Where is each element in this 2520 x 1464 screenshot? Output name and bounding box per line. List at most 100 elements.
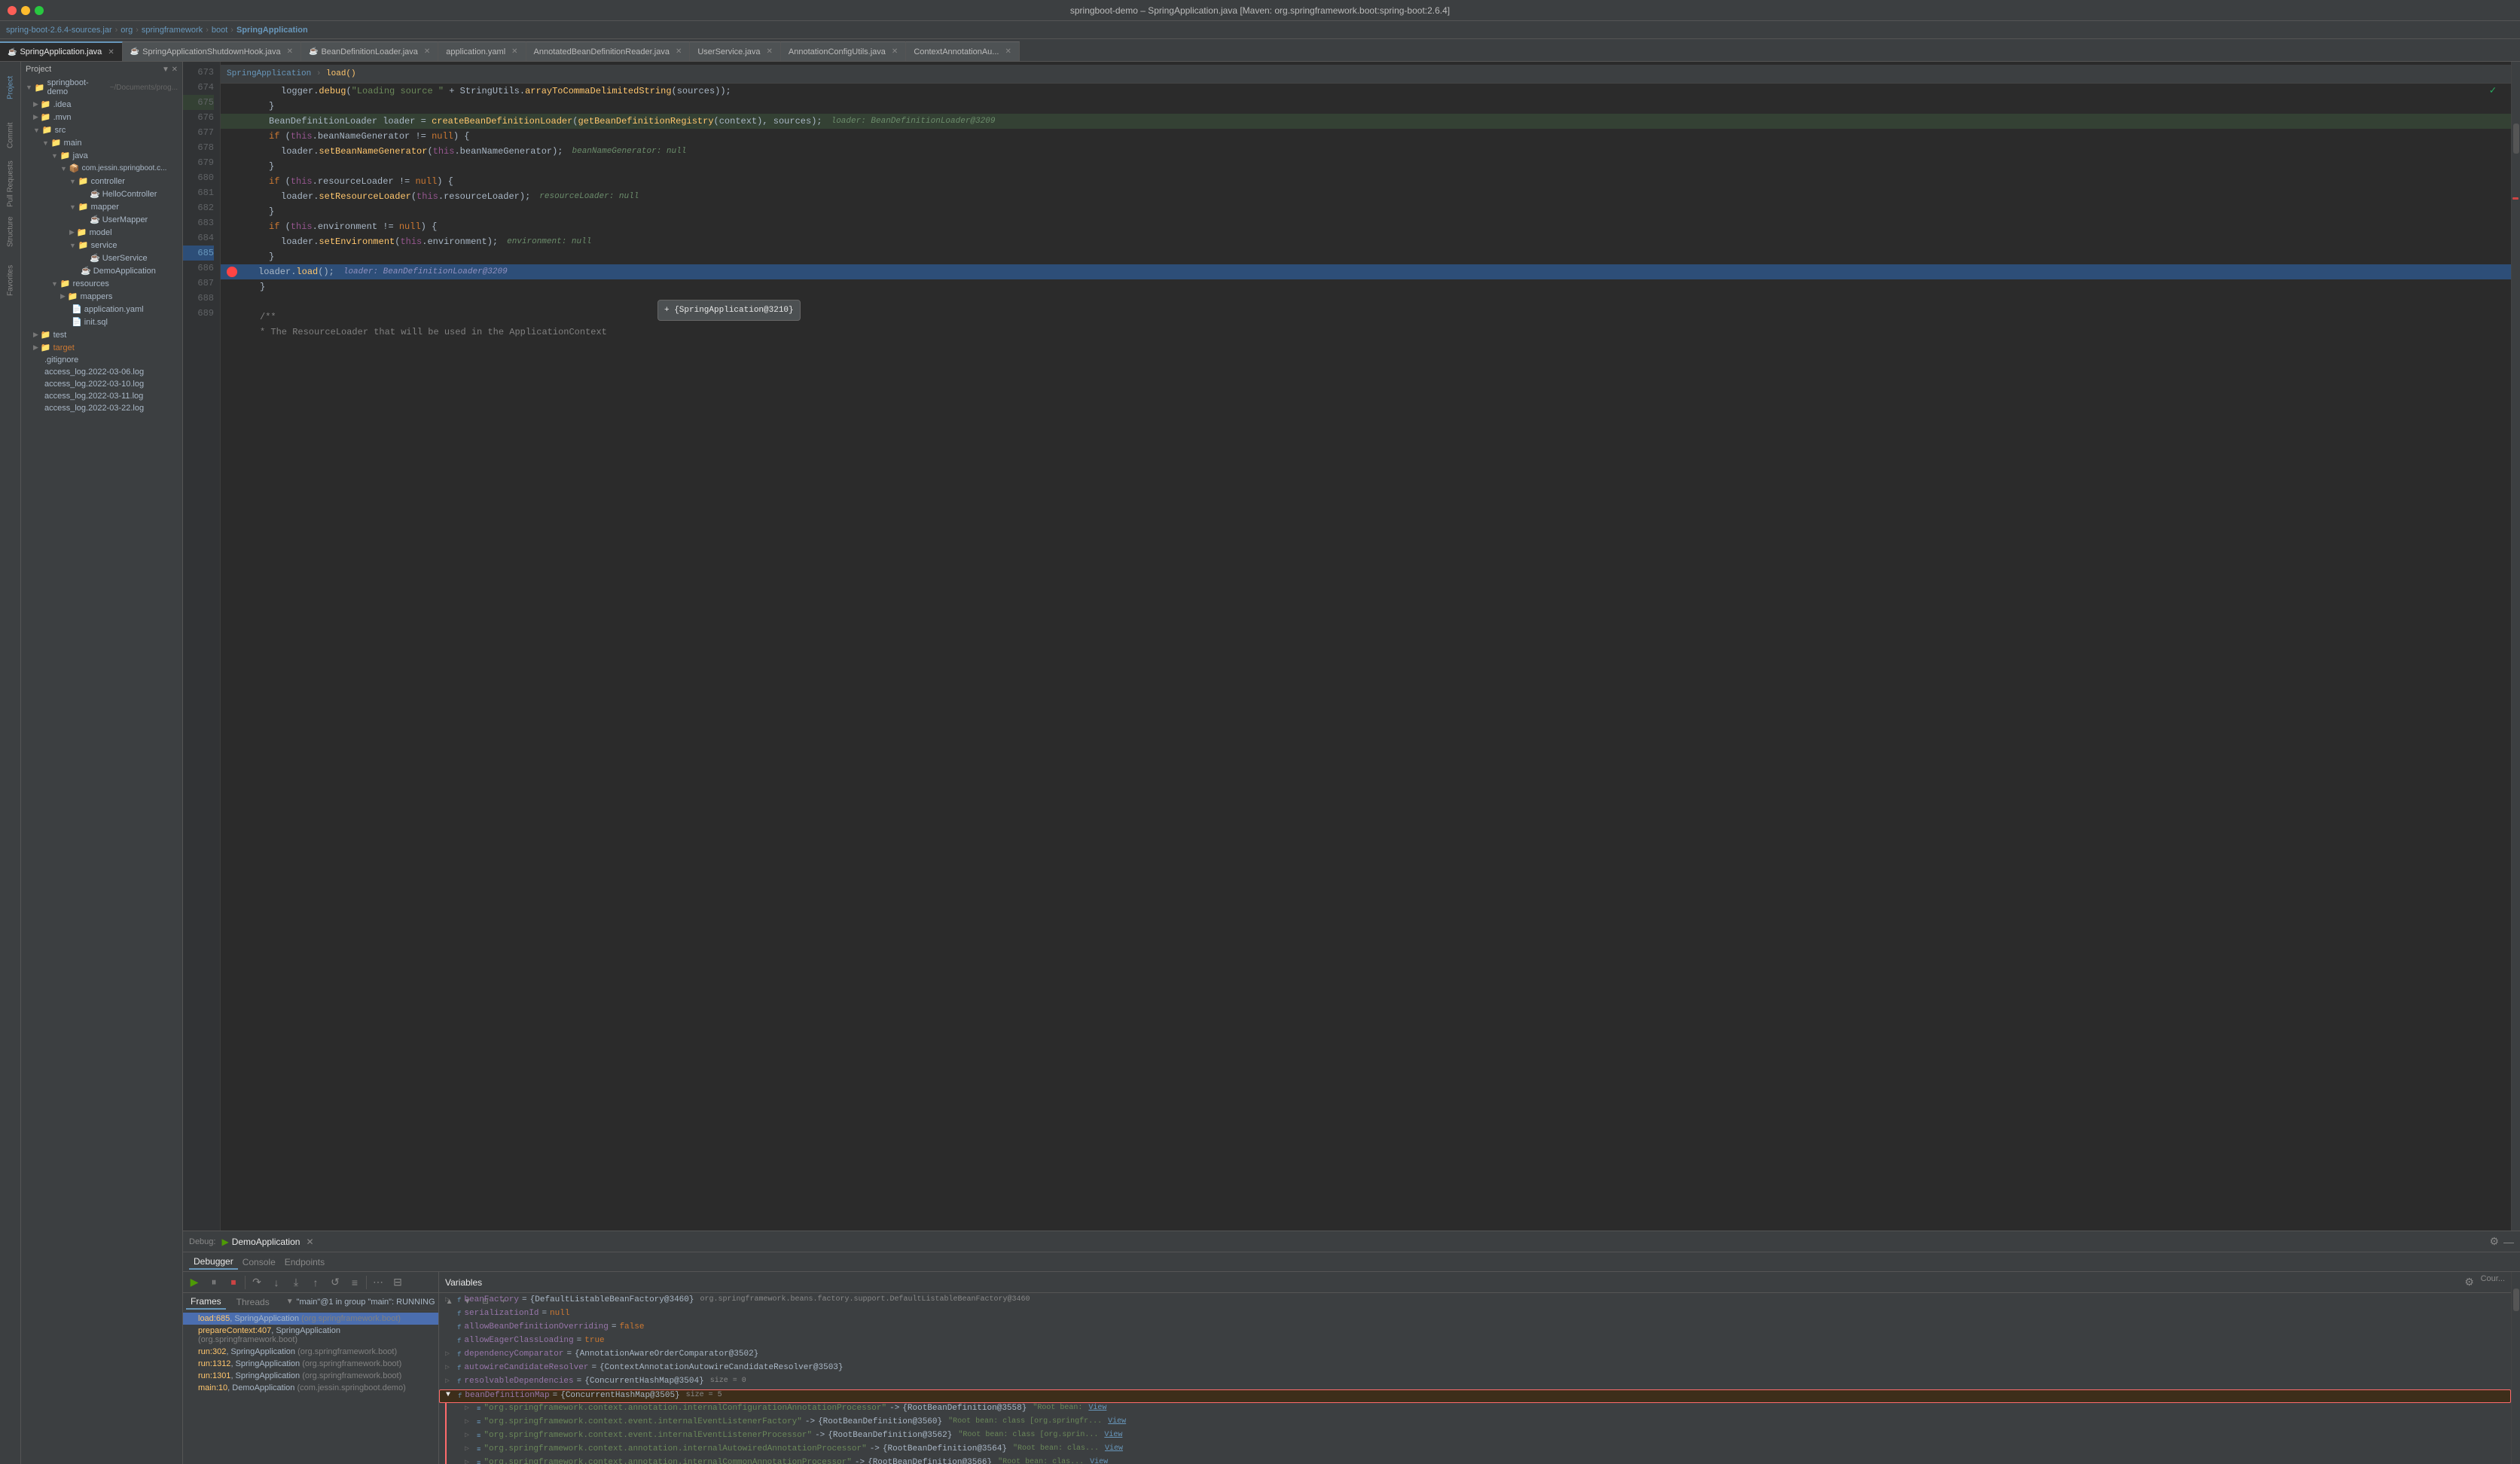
tab-close5-icon[interactable]: ✕ <box>676 47 682 56</box>
bc-springframework[interactable]: springframework <box>142 26 203 35</box>
sidebar-item-demoapplication[interactable]: ☕ DemoApplication <box>21 264 182 277</box>
sidebar-item-resources[interactable]: ▼ 📁 resources <box>21 277 182 290</box>
tab-close2-icon[interactable]: ✕ <box>287 47 293 56</box>
sidebar-item-gitignore[interactable]: .gitignore <box>21 354 182 366</box>
debugger-tab[interactable]: Debugger <box>189 1255 238 1270</box>
sidebar-item-idea[interactable]: ▶ 📁 .idea <box>21 98 182 111</box>
frame-item-1[interactable]: prepareContext:407, SpringApplication (o… <box>183 1325 438 1346</box>
step-out-button[interactable]: ↑ <box>307 1274 324 1291</box>
commit-panel-btn[interactable]: Commit <box>2 113 20 158</box>
tab-close7-icon[interactable]: ✕ <box>892 47 898 56</box>
sidebar-item-java[interactable]: ▼ 📁 java <box>21 149 182 162</box>
frames-filter-btn[interactable]: ⊟ <box>389 1274 406 1291</box>
maximize-button[interactable] <box>35 6 44 15</box>
view-link-4[interactable]: View <box>1105 1444 1123 1453</box>
sidebar-item-mapper[interactable]: ▼ 📁 mapper <box>21 200 182 213</box>
resume-button[interactable]: ▶ <box>186 1274 203 1291</box>
sidebar-item-controller[interactable]: ▼ 📁 controller <box>21 175 182 188</box>
sidebar-item-initsql[interactable]: 📄 init.sql <box>21 316 182 328</box>
threads-tab[interactable]: Threads <box>232 1295 274 1309</box>
sidebar-item-model[interactable]: ▶ 📁 model <box>21 226 182 239</box>
structure-btn[interactable]: Structure <box>2 209 20 255</box>
tree-root[interactable]: ▼ 📁 springboot-demo ~/Documents/prog... <box>21 77 182 98</box>
debug-close-icon[interactable]: ✕ <box>306 1237 313 1247</box>
view-link-1[interactable]: View <box>1088 1404 1106 1412</box>
tab-beandefinitionloader[interactable]: ☕ BeanDefinitionLoader.java ✕ <box>301 41 438 61</box>
stop-button[interactable]: ⏹ <box>225 1274 242 1291</box>
sidebar-item-userservice[interactable]: ☕ UserService <box>21 252 182 264</box>
var-settings-icon[interactable]: ⚙ <box>2461 1274 2478 1291</box>
var-scrollbar[interactable] <box>2511 1272 2520 1464</box>
tab-annotationconfig[interactable]: AnnotationConfigUtils.java ✕ <box>781 41 906 61</box>
bc-boot[interactable]: boot <box>212 26 227 35</box>
target-arrow: ▶ <box>33 343 38 352</box>
pause-button[interactable]: ⏸ <box>206 1274 222 1291</box>
sidebar-item-test[interactable]: ▶ 📁 test <box>21 328 182 341</box>
code-content[interactable]: SpringApplication › load() logger.debug(… <box>221 62 2511 1231</box>
tab-close6-icon[interactable]: ✕ <box>767 47 773 56</box>
step-over-button[interactable]: ↷ <box>249 1274 265 1291</box>
debug-settings-icon[interactable]: ⚙ <box>2489 1235 2499 1248</box>
bc-org[interactable]: org <box>121 26 133 35</box>
tab-contextannotation[interactable]: ContextAnnotationAu... ✕ <box>906 41 1020 61</box>
tab-annotated[interactable]: AnnotatedBeanDefinitionReader.java ✕ <box>526 41 691 61</box>
project-panel-btn[interactable]: Project <box>2 65 20 110</box>
tab-close3-icon[interactable]: ✕ <box>424 47 430 56</box>
endpoints-tab[interactable]: Endpoints <box>280 1255 329 1269</box>
run-to-cursor-button[interactable]: ↺ <box>327 1274 343 1291</box>
evaluate-button[interactable]: ≡ <box>346 1274 363 1291</box>
code-scrollbar[interactable] <box>2511 62 2520 1231</box>
tab-shutdownhook[interactable]: ☕ SpringApplicationShutdownHook.java ✕ <box>123 41 301 61</box>
frame-item-2[interactable]: run:302, SpringApplication (org.springfr… <box>183 1346 438 1358</box>
favorites-btn[interactable]: Favorites <box>2 258 20 303</box>
sidebar-item-service[interactable]: ▼ 📁 service <box>21 239 182 252</box>
var-scroll-thumb[interactable] <box>2513 1289 2519 1311</box>
sidebar-item-log1[interactable]: access_log.2022-03-06.log <box>21 366 182 378</box>
sidebar-item-helloctrl[interactable]: ☕ HelloController <box>21 188 182 200</box>
sidebar-item-main[interactable]: ▼ 📁 main <box>21 136 182 149</box>
frame-item-3[interactable]: run:1312, SpringApplication (org.springf… <box>183 1358 438 1370</box>
frame-item-4[interactable]: run:1301, SpringApplication (org.springf… <box>183 1370 438 1382</box>
tab-close-icon[interactable]: ✕ <box>108 48 114 56</box>
minimize-button[interactable] <box>21 6 30 15</box>
frames-more-btn[interactable]: ⋯ <box>370 1274 386 1291</box>
tab-userservice[interactable]: UserService.java ✕ <box>690 41 781 61</box>
view-link-5[interactable]: View <box>1090 1458 1108 1464</box>
close-button[interactable] <box>8 6 17 15</box>
frame-item-0[interactable]: load:685, SpringApplication (org.springf… <box>183 1313 438 1325</box>
tab-yaml[interactable]: application.yaml ✕ <box>438 41 526 61</box>
mappers-folder-icon: 📁 <box>68 291 78 301</box>
frame-item-5[interactable]: main:10, DemoApplication (com.jessin.spr… <box>183 1382 438 1394</box>
bc-class-name: SpringApplication <box>227 69 311 78</box>
sidebar-item-log2[interactable]: access_log.2022-03-10.log <box>21 378 182 390</box>
debug-minimize-icon[interactable]: — <box>2503 1236 2514 1248</box>
sidebar-item-log3[interactable]: access_log.2022-03-11.log <box>21 390 182 402</box>
idea-folder-icon: 📁 <box>41 99 51 109</box>
var-entry-1: ▷ ≡ "org.springframework.context.annotat… <box>445 1403 2511 1417</box>
bc-jar[interactable]: spring-boot-2.6.4-sources.jar <box>6 26 112 35</box>
tab-close4-icon[interactable]: ✕ <box>511 47 517 56</box>
tab-springapplication[interactable]: ☕ SpringApplication.java ✕ <box>0 41 123 61</box>
tab-close8-icon[interactable]: ✕ <box>1005 47 1011 56</box>
scroll-thumb[interactable] <box>2513 124 2519 154</box>
sql-label: init.sql <box>84 318 108 327</box>
sidebar-item-target[interactable]: ▶ 📁 target <box>21 341 182 354</box>
sidebar-item-src[interactable]: ▼ 📁 src <box>21 124 182 136</box>
bc-class[interactable]: SpringApplication <box>236 26 308 35</box>
breakpoint-685[interactable] <box>227 267 237 277</box>
variables-panel: Variables ⚙ Cour... ▷ f beanFactory = <box>439 1272 2511 1464</box>
sidebar-item-log4[interactable]: access_log.2022-03-22.log <box>21 402 182 414</box>
view-link-3[interactable]: View <box>1104 1431 1122 1439</box>
console-tab[interactable]: Console <box>238 1255 280 1269</box>
step-into-button[interactable]: ↓ <box>268 1274 285 1291</box>
var-count-label: Cour... <box>2481 1274 2505 1291</box>
sidebar-item-mvn[interactable]: ▶ 📁 .mvn <box>21 111 182 124</box>
sidebar-item-usermapper[interactable]: ☕ UserMapper <box>21 213 182 226</box>
pull-requests-btn[interactable]: Pull Requests <box>2 161 20 206</box>
view-link-2[interactable]: View <box>1108 1417 1126 1426</box>
sidebar-item-com[interactable]: ▼ 📦 com.jessin.springboot.c... <box>21 162 182 175</box>
sidebar-item-appyaml[interactable]: 📄 application.yaml <box>21 303 182 316</box>
frames-tab[interactable]: Frames <box>186 1295 226 1310</box>
force-step-into-button[interactable]: ⤓ <box>288 1274 304 1291</box>
sidebar-item-mappers[interactable]: ▶ 📁 mappers <box>21 290 182 303</box>
